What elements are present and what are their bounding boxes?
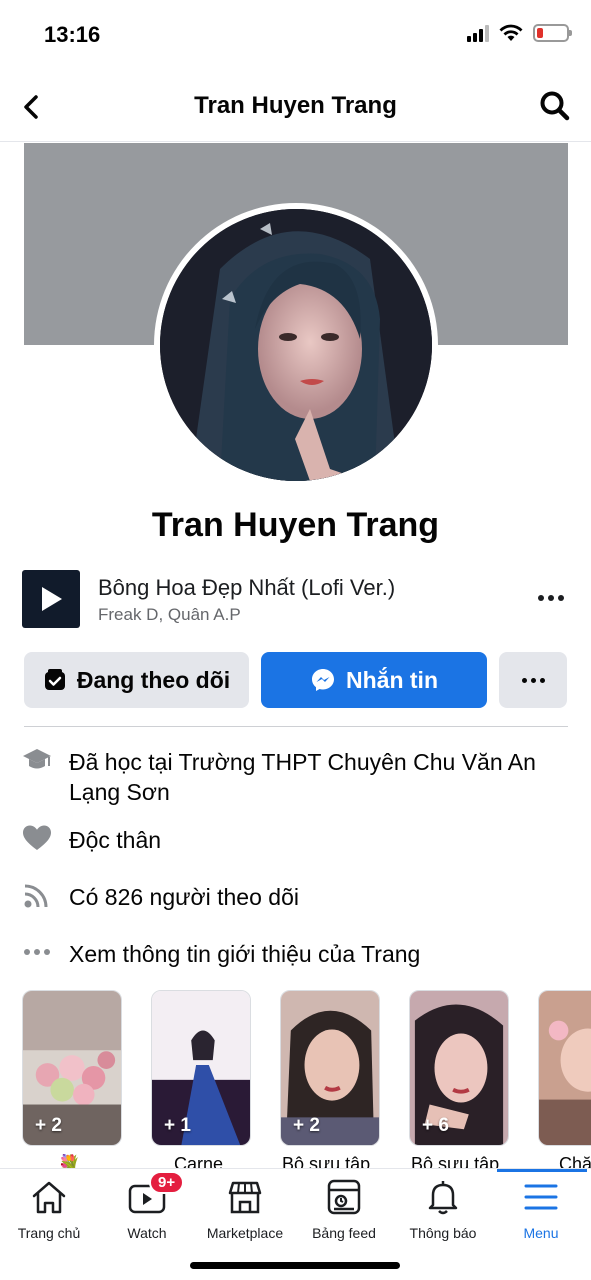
wifi-icon [499, 24, 523, 41]
notification-badge: 9+ [149, 1171, 185, 1194]
heart-icon [22, 823, 52, 853]
tab-marketplace[interactable]: Marketplace [190, 1177, 300, 1241]
tab-label: Bảng feed [312, 1225, 376, 1241]
intro-text: Xem thông tin giới thiệu của Trang [69, 941, 421, 967]
tab-feeds[interactable]: Bảng feed [289, 1177, 399, 1241]
profile-music[interactable]: Bông Hoa Đẹp Nhất (Lofi Ver.) Freak D, Q… [22, 570, 570, 630]
following-label: Đang theo dõi [76, 666, 231, 693]
active-tab-indicator [497, 1169, 587, 1172]
graduation-cap-icon [22, 745, 52, 775]
tab-label: Marketplace [206, 1225, 284, 1241]
following-button[interactable]: Đang theo dõi [24, 652, 249, 708]
featured-card[interactable]: + 1 [151, 990, 251, 1146]
intro-text: Độc thân [69, 827, 162, 853]
bell-icon [423, 1177, 463, 1217]
search-icon [540, 91, 570, 121]
search-button[interactable] [539, 90, 571, 122]
intro-relationship: Độc thân [22, 823, 568, 855]
tab-label: Menu [523, 1225, 559, 1241]
rss-feed-icon [22, 880, 52, 910]
tab-watch[interactable]: 9+ Watch [92, 1171, 202, 1241]
intro-text: Đã học tại Trường THPT Chuyên Chu Văn An… [69, 749, 536, 805]
tab-label: Watch [127, 1225, 167, 1241]
feeds-icon [324, 1177, 364, 1217]
status-icons [467, 24, 572, 42]
shop-icon [225, 1177, 265, 1217]
featured-card[interactable]: + 6 [409, 990, 509, 1146]
intro-text: Có 826 người theo dõi [69, 884, 299, 910]
status-bar: 13:16 [0, 0, 591, 70]
profile-avatar[interactable] [154, 203, 438, 487]
featured-count: + 1 [164, 1115, 191, 1136]
featured-card[interactable]: + 2 [280, 990, 380, 1146]
music-artist: Freak D, Quân A.P [98, 605, 241, 624]
messenger-icon [312, 669, 334, 691]
video-icon: 9+ [127, 1171, 185, 1217]
more-options-button[interactable] [499, 652, 567, 708]
message-label: Nhắn tin [346, 666, 438, 693]
profile-actions: Đang theo dõi Nhắn tin [24, 652, 567, 708]
message-button[interactable]: Nhắn tin [261, 652, 487, 708]
home-indicator[interactable] [190, 1262, 400, 1269]
more-dots-icon [22, 937, 52, 967]
tab-label: Trang chủ [17, 1225, 81, 1241]
intro-education: Đã học tại Trường THPT Chuyên Chu Văn An… [22, 745, 568, 807]
music-title: Bông Hoa Đẹp Nhất (Lofi Ver.) [98, 575, 396, 600]
battery-icon [533, 24, 572, 42]
status-time: 13:16 [44, 22, 101, 47]
see-intro-link[interactable]: Xem thông tin giới thiệu của Trang [22, 937, 568, 969]
music-cover[interactable] [22, 570, 80, 628]
featured-card[interactable]: + 2 [22, 990, 122, 1146]
nav-header: Tran Huyen Trang [0, 70, 591, 142]
featured-count: + 2 [293, 1115, 320, 1136]
featured-card[interactable] [538, 990, 591, 1146]
tab-notifications[interactable]: Thông báo [388, 1177, 498, 1241]
profile-name: Tran Huyen Trang [151, 506, 440, 544]
tab-label: Thông báo [409, 1225, 477, 1241]
tab-menu[interactable]: Menu [486, 1177, 591, 1241]
play-icon [42, 587, 62, 611]
featured-collections: + 2 💐 + 1 Carne + 2 Bộ sưu tập + 6 Bộ sư… [22, 990, 591, 1170]
following-check-icon [44, 669, 65, 690]
signal-icon [467, 24, 489, 42]
intro-followers: Có 826 người theo dõi [22, 880, 568, 912]
featured-count: + 2 [35, 1115, 62, 1136]
divider [24, 726, 568, 727]
page-title: Tran Huyen Trang [194, 92, 397, 119]
avatar-photo [160, 209, 432, 481]
menu-icon [521, 1177, 561, 1217]
music-more-button[interactable] [538, 588, 564, 608]
featured-count: + 6 [422, 1115, 449, 1136]
home-icon [29, 1177, 69, 1217]
tab-home[interactable]: Trang chủ [0, 1177, 104, 1241]
